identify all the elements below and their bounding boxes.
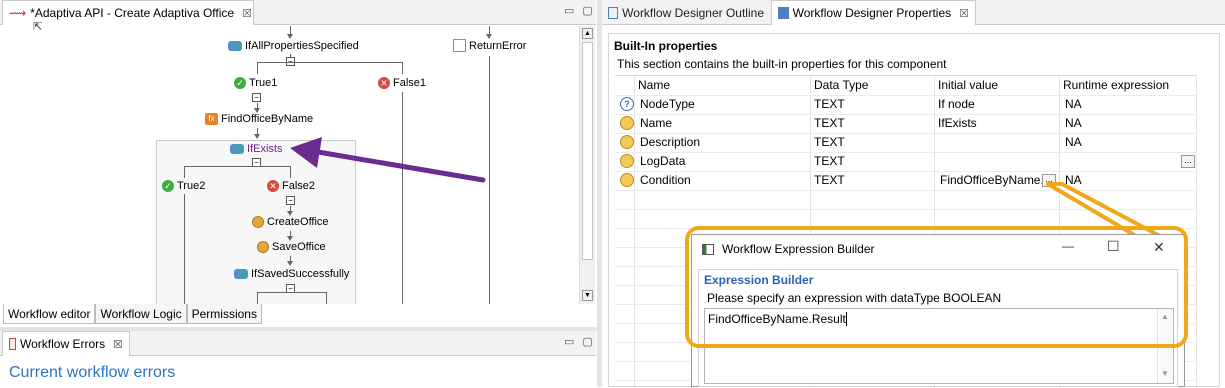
tab-workflow-logic[interactable]: Workflow Logic: [95, 304, 187, 324]
help-icon: ?: [620, 97, 634, 111]
highlight-frame: [685, 226, 1188, 348]
property-icon: [620, 173, 634, 187]
property-icon: [620, 135, 634, 149]
tab-workflow-editor[interactable]: Workflow editor: [3, 304, 96, 324]
properties-icon: [778, 7, 789, 19]
scroll-thumb[interactable]: [582, 42, 593, 260]
tab-designer-outline[interactable]: Workflow Designer Outline: [602, 0, 770, 25]
table-row[interactable]: ? NodeType TEXT If node NA: [615, 95, 1197, 114]
row-divider: [615, 133, 1197, 134]
property-icon: [620, 154, 634, 168]
workflow-icon: ⟿: [9, 6, 27, 20]
row-divider: [615, 152, 1197, 153]
close-icon[interactable]: ☒: [959, 7, 969, 20]
editor-bottom-tabs: Workflow editor Workflow Logic Permissio…: [3, 304, 262, 324]
column-header-type[interactable]: Data Type: [814, 78, 868, 92]
workflow-canvas[interactable]: IfAllPropertiesSpecified ReturnError − ✓…: [0, 26, 578, 304]
column-header-name[interactable]: Name: [638, 78, 670, 92]
maximize-icon[interactable]: ▢: [582, 4, 592, 17]
maximize-icon[interactable]: ▢: [582, 335, 592, 348]
table-row[interactable]: Description TEXT NA: [615, 133, 1197, 152]
column-header-runtime[interactable]: Runtime expression: [1063, 78, 1169, 92]
editor-scrollbar[interactable]: ▲ ▼: [579, 26, 595, 304]
calendar-icon: [9, 338, 16, 350]
vertical-splitter[interactable]: [597, 0, 602, 387]
section-title: Built-In properties: [614, 39, 718, 53]
scroll-up-icon[interactable]: ▲: [582, 28, 593, 39]
tab-permissions[interactable]: Permissions: [186, 304, 262, 324]
errors-heading: Current workflow errors: [9, 364, 176, 381]
property-icon: [620, 116, 634, 130]
close-icon[interactable]: ☒: [113, 338, 123, 351]
close-icon[interactable]: ☒: [242, 7, 252, 20]
edit-runtime-button[interactable]: ...: [1181, 155, 1195, 168]
table-row[interactable]: Name TEXT IfExists NA: [615, 114, 1197, 133]
editor-window-buttons: ▭ ▢: [564, 4, 593, 17]
minimize-icon[interactable]: ▭: [564, 4, 574, 17]
scroll-down-icon[interactable]: ▼: [582, 290, 593, 301]
row-divider: [615, 171, 1197, 172]
errors-tab[interactable]: Workflow Errors ☒: [2, 331, 130, 356]
minimize-icon[interactable]: ▭: [564, 335, 574, 348]
row-divider: [615, 114, 1197, 115]
errors-window-buttons: ▭ ▢: [564, 335, 593, 348]
row-divider: [615, 95, 1197, 96]
outline-icon: [608, 6, 619, 19]
tab-designer-properties[interactable]: Workflow Designer Properties ☒: [771, 0, 976, 25]
section-description: This section contains the built-in prope…: [617, 57, 947, 71]
table-header: Name Data Type Initial value Runtime exp…: [615, 76, 1197, 95]
editor-tab-title: *Adaptiva API - Create Adaptiva Office: [30, 6, 235, 20]
scroll-down-icon[interactable]: ▼: [1161, 369, 1169, 378]
annotation-arrow: [290, 137, 486, 183]
table-row[interactable]: LogData TEXT ...: [615, 152, 1197, 171]
column-header-initial[interactable]: Initial value: [938, 78, 998, 92]
